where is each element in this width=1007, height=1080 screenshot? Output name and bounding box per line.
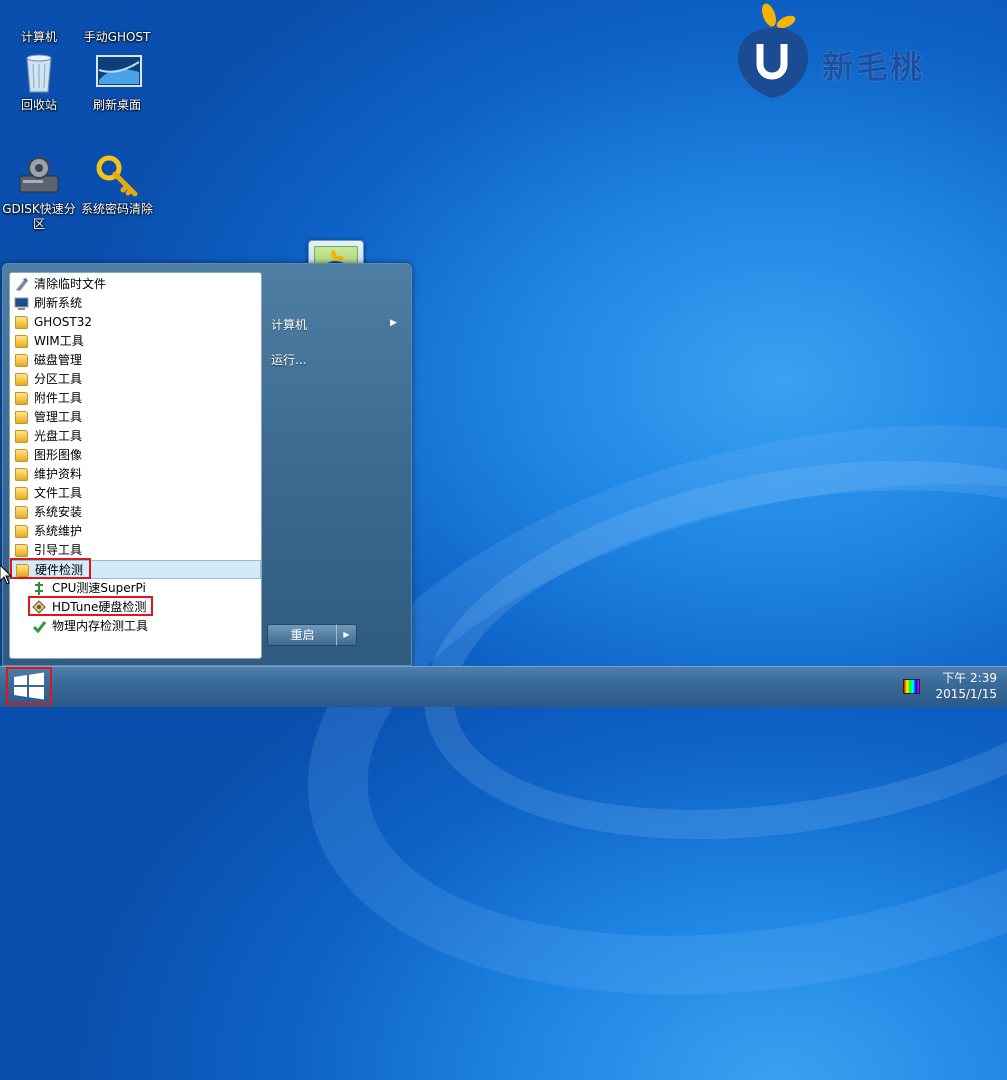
folder-icon [14, 353, 29, 368]
folder-icon [14, 315, 29, 330]
refresh-system-icon [14, 296, 29, 311]
program-item-label: WIM工具 [34, 334, 84, 348]
logo-text: 新毛桃 [822, 48, 925, 86]
folder-icon [14, 505, 29, 520]
clock-time: 下午 2:39 [942, 671, 997, 685]
key-icon [95, 154, 139, 198]
desktop-icon-refresh-desktop[interactable]: 刷新桌面 [79, 50, 155, 113]
desktop-icon-label: 系统密码清除 [80, 202, 153, 216]
display-tray-icon[interactable] [903, 679, 920, 694]
restart-button[interactable]: 重启 [267, 624, 338, 646]
folder-icon [14, 372, 29, 387]
program-item[interactable]: 系统维护 [10, 522, 261, 541]
program-item-label: 刷新系统 [34, 296, 83, 310]
start-menu: 清除临时文件 刷新系统 GHOST32 WIM工具磁盘管理分区工具附件工具管理工具光盘… [2, 263, 412, 666]
program-subitem[interactable]: 物理内存检测工具 [10, 617, 261, 636]
folder-icon [14, 391, 29, 406]
ghost-icon [95, 0, 139, 26]
desktop-icon-manual-ghost[interactable]: 手动GHOST [79, 0, 155, 45]
program-item[interactable]: 清除临时文件 [10, 275, 261, 294]
start-menu-computer[interactable]: 计算机 [271, 316, 307, 333]
program-item-label: 文件工具 [34, 486, 83, 500]
folder-icon [14, 429, 29, 444]
shutdown-options-button[interactable]: ▶ [336, 624, 357, 646]
program-item[interactable]: 分区工具 [10, 370, 261, 389]
chevron-right-icon: ▶ [390, 318, 397, 328]
desktop-icon-label: 计算机 [20, 30, 57, 44]
program-list: 清除临时文件 刷新系统 GHOST32 WIM工具磁盘管理分区工具附件工具管理工具光盘… [9, 272, 262, 659]
program-item-label: 管理工具 [34, 410, 83, 424]
memory-test-icon [32, 619, 47, 634]
computer-icon [17, 0, 61, 26]
program-subitem-label: 物理内存检测工具 [52, 619, 149, 633]
desktop-icon-label: GDISK快速分区 [2, 202, 76, 231]
highlight-box-hardware-folder [10, 558, 91, 579]
program-item-label: 光盘工具 [34, 429, 83, 443]
desktop-icon-gdisk[interactable]: GDISK快速分区 [1, 154, 77, 232]
recycle-bin-icon [17, 50, 61, 94]
program-item[interactable]: 光盘工具 [10, 427, 261, 446]
peach-logo-icon [738, 3, 809, 98]
desktop-icon-label: 回收站 [20, 98, 57, 112]
program-item[interactable]: GHOST32 [10, 313, 261, 332]
system-clock[interactable]: 下午 2:39 2015/1/15 [935, 670, 997, 702]
program-item[interactable]: WIM工具 [10, 332, 261, 351]
program-item-label: 系统安装 [34, 505, 83, 519]
desktop-icon-recycle-bin[interactable]: 回收站 [1, 50, 77, 113]
clock-date: 2015/1/15 [935, 687, 997, 701]
folder-icon [14, 524, 29, 539]
desktop-icon-system-password-clear[interactable]: 系统密码清除 [79, 154, 155, 217]
program-item[interactable]: 刷新系统 [10, 294, 261, 313]
program-item[interactable]: 图形图像 [10, 446, 261, 465]
cpu-icon [32, 581, 47, 596]
program-item-label: GHOST32 [34, 315, 92, 329]
program-item[interactable]: 文件工具 [10, 484, 261, 503]
gdisk-icon [17, 154, 61, 198]
program-item-label: 附件工具 [34, 391, 83, 405]
folder-icon [14, 410, 29, 425]
program-item-label: 磁盘管理 [34, 353, 83, 367]
program-item-label: 清除临时文件 [34, 277, 107, 291]
mouse-cursor-icon [0, 565, 12, 585]
desktop-icon-label: 手动GHOST [83, 30, 151, 44]
highlight-box-hdtune [28, 596, 153, 616]
program-item[interactable]: 系统安装 [10, 503, 261, 522]
program-item-label: 分区工具 [34, 372, 83, 386]
program-item-label: 维护资料 [34, 467, 83, 481]
chevron-right-icon: ▶ [343, 630, 350, 639]
windows-logo-icon [14, 672, 44, 700]
start-menu-run[interactable]: 运行... [271, 351, 306, 368]
program-item[interactable]: 维护资料 [10, 465, 261, 484]
program-item[interactable]: 管理工具 [10, 408, 261, 427]
program-item[interactable]: 磁盘管理 [10, 351, 261, 370]
desktop-icon-label: 刷新桌面 [92, 98, 141, 112]
folder-icon [14, 448, 29, 463]
taskbar [0, 666, 1007, 707]
folder-icon [14, 486, 29, 501]
cleanup-icon [14, 277, 29, 292]
folder-icon [14, 467, 29, 482]
start-button[interactable] [6, 667, 52, 705]
refresh-desktop-icon [95, 50, 142, 94]
brand-logo: 新毛桃 [734, 0, 964, 100]
program-item-label: 图形图像 [34, 448, 83, 462]
program-item-label: 系统维护 [34, 524, 83, 538]
folder-icon [14, 334, 29, 349]
program-item[interactable]: 附件工具 [10, 389, 261, 408]
folder-icon [14, 543, 29, 558]
desktop-icon-computer[interactable]: 计算机 [1, 0, 77, 45]
